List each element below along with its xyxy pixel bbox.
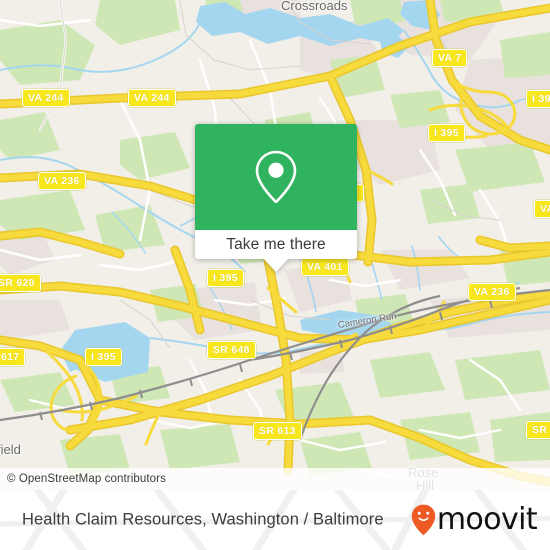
road-shield: SR 6: [526, 421, 550, 439]
map-canvas[interactable]: .park{fill:#cfe7b5;} .park2{fill:#d9ead0…: [0, 0, 550, 490]
moovit-wordmark: moovit: [436, 502, 538, 537]
road-shield: 617: [0, 348, 26, 366]
road-shield: SR 620: [0, 274, 41, 292]
road-shield: VA 7: [432, 49, 468, 67]
callout-icon-area: [195, 124, 357, 230]
callout-tail-pointer: [263, 258, 289, 272]
road-shield: VA: [534, 200, 550, 218]
osm-attribution-text: © OpenStreetMap contributors: [7, 473, 166, 485]
page-title: Health Claim Resources, Washington / Bal…: [22, 510, 384, 529]
road-shield: VA 236: [38, 172, 86, 190]
road-shield: I 395: [428, 124, 465, 142]
map-pin-icon: [255, 150, 297, 203]
road-shield: SR 648: [207, 341, 256, 359]
road-shield: I 395: [207, 269, 244, 287]
road-shield: VA 401: [301, 258, 349, 276]
moovit-map-screenshot: .park{fill:#cfe7b5;} .park2{fill:#d9ead0…: [0, 0, 550, 550]
map-attribution-bar: © OpenStreetMap contributors: [0, 468, 550, 490]
location-callout-card[interactable]: Take me there: [195, 124, 357, 272]
moovit-pin-smiley-icon: [411, 504, 436, 536]
road-shield: I 395: [85, 348, 122, 366]
map-place-label: field: [0, 442, 21, 457]
road-shield: I 39: [526, 90, 550, 108]
moovit-logo[interactable]: moovit: [411, 502, 538, 537]
road-shield: VA 244: [22, 89, 70, 107]
footer-bar: Health Claim Resources, Washington / Bal…: [0, 490, 550, 550]
map-place-label: Crossroads: [281, 0, 348, 13]
road-shield: VA 244: [128, 89, 176, 107]
road-shield: SR 613: [253, 422, 302, 440]
take-me-there-label: Take me there: [226, 235, 326, 253]
road-shield: VA 236: [468, 283, 516, 301]
take-me-there-button[interactable]: Take me there: [195, 230, 357, 259]
